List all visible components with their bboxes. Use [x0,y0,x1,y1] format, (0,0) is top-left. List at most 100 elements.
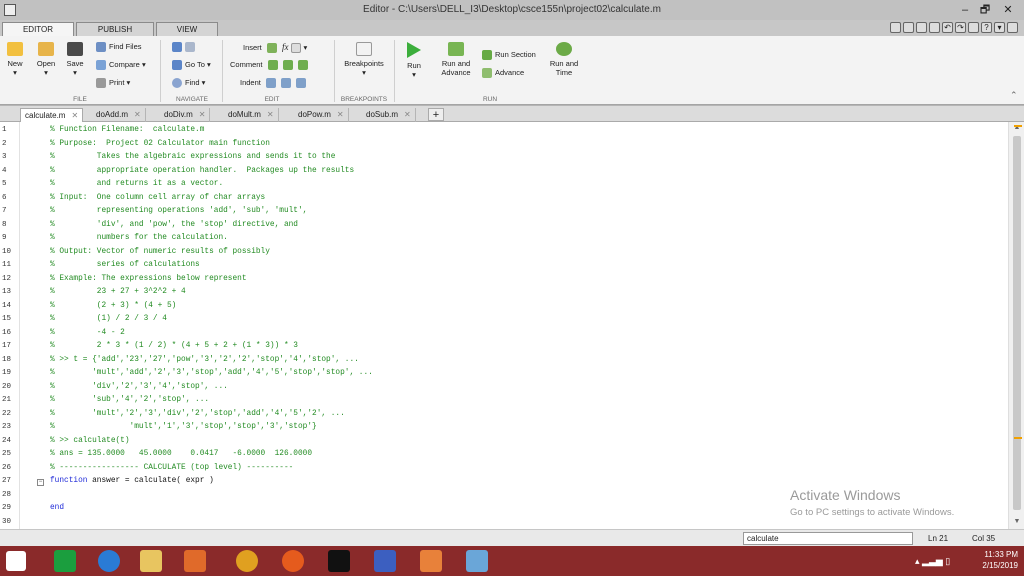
open-button[interactable]: Open ▾ [34,42,58,77]
close-tab-icon[interactable]: ✕ [404,110,411,119]
line-number: 22 [2,409,12,418]
code-line[interactable]: % (2 + 3) * (4 + 5) [50,302,176,310]
find-button[interactable]: Find ▾ [172,78,205,89]
code-line[interactable]: function answer = calculate( expr ) [50,477,214,485]
cut-icon[interactable] [903,22,914,33]
code-line[interactable]: % Example: The expressions below represe… [50,275,247,283]
code-line[interactable]: % (1) / 2 / 3 / 4 [50,315,167,323]
code-line[interactable]: % series of calculations [50,261,200,269]
file-explorer-icon[interactable] [140,550,162,572]
run-and-advance-button[interactable]: Run and Advance [436,42,476,77]
scroll-thumb[interactable] [1013,136,1021,510]
code-line[interactable]: % ans = 135.0000 45.0000 0.0417 -6.0000 … [50,450,312,458]
code-line[interactable]: % 'sub','4','2','stop', ... [50,396,209,404]
close-button[interactable]: ✕ [1000,2,1016,18]
indent-button[interactable]: Indent [240,78,309,89]
new-tab-button[interactable]: + [428,108,444,121]
code-line[interactable]: % and returns it as a vector. [50,180,223,188]
clock[interactable]: 11:33 PM 2/15/2019 [982,549,1018,571]
minimize-button[interactable]: – [957,2,973,18]
advance-button[interactable]: Advance [482,68,524,79]
matlab-icon[interactable] [420,550,442,572]
code-line[interactable]: % Input: One column cell array of char a… [50,194,265,202]
line-number: 3 [2,153,7,161]
current-function-field[interactable]: calculate [743,532,913,545]
collapse-ribbon-icon[interactable]: ⌃ [1010,90,1018,101]
code-line[interactable]: % -4 - 2 [50,329,125,337]
code-line[interactable]: % ----------------- CALCULATE (top level… [50,464,293,472]
new-button[interactable]: New ▾ [4,42,26,77]
file-tab-domult[interactable]: doMult.m ✕ [224,108,279,122]
network-app-icon[interactable] [374,550,396,572]
expand-icon[interactable]: ▾ [994,22,1005,33]
maximize-button[interactable]: 🗗 [977,2,993,18]
code-line[interactable]: % 'mult','1','3','stop','stop','3','stop… [50,423,317,431]
close-tab-icon[interactable]: ✕ [267,110,274,119]
code-line[interactable]: % Function Filename: calculate.m [50,126,204,134]
code-line[interactable]: % 23 + 27 + 3^2^2 + 4 [50,288,186,296]
file-tab-dopow[interactable]: doPow.m ✕ [294,108,349,122]
window-icon[interactable] [968,22,979,33]
print-button[interactable]: Print ▾ [96,78,130,89]
tab-view[interactable]: VIEW [156,22,218,36]
netflix-icon[interactable] [328,550,350,572]
compare-button[interactable]: Compare ▾ [96,60,146,71]
save-icon[interactable] [890,22,901,33]
code-editor[interactable]: 1 2 3 4 5 6 7 8 9 10 11 12 13 14 15 16 17 18 19 20 21 22 23 24 2… [0,122,1024,529]
close-tab-icon[interactable]: ✕ [134,110,141,119]
run-section-button[interactable]: Run Section [482,50,536,61]
go-to-button[interactable]: Go To ▾ [172,60,211,71]
tab-publish[interactable]: PUBLISH [76,22,154,36]
file-tab-dosub[interactable]: doSub.m ✕ [362,108,416,122]
warning-marker[interactable] [1014,437,1022,439]
file-tab-calculate[interactable]: calculate.m ✕ [20,108,84,122]
breakpoints-button[interactable]: Breakpoints ▾ [340,42,388,77]
tab-editor[interactable]: EDITOR [2,22,74,36]
code-line[interactable]: % appropriate operation handler. Package… [50,167,354,175]
close-tab-icon[interactable]: ✕ [71,111,78,120]
save-button[interactable]: Save ▾ [63,42,87,77]
scroll-down-icon[interactable]: ▼ [1013,518,1021,525]
fold-toggle-icon[interactable]: − [37,479,44,486]
chrome-icon[interactable] [236,550,258,572]
file-tab-dodiv[interactable]: doDiv.m ✕ [160,108,211,122]
start-icon[interactable] [6,551,26,571]
find-files-button[interactable]: Find Files [96,42,142,53]
media-player-icon[interactable] [184,550,206,572]
copy-icon[interactable] [916,22,927,33]
code-line[interactable]: % representing operations 'add', 'sub', … [50,207,307,215]
code-line[interactable]: % >> calculate(t) [50,437,130,445]
code-line[interactable]: % 'div', and 'pow', the 'stop' directive… [50,221,298,229]
help-icon[interactable]: ? [981,22,992,33]
undo-icon[interactable]: ↶ [942,22,953,33]
code-line[interactable]: end [50,504,64,512]
code-line[interactable]: % numbers for the calculation. [50,234,228,242]
code-line[interactable]: % Takes the algebraic expressions and se… [50,153,335,161]
back-forward-buttons[interactable] [172,42,198,53]
run-button[interactable]: Run ▾ [400,42,428,79]
redo-icon[interactable]: ↷ [955,22,966,33]
code-line[interactable]: % Purpose: Project 02 Calculator main fu… [50,140,270,148]
file-tab-doadd[interactable]: doAdd.m ✕ [92,108,146,122]
warning-marker[interactable] [1014,125,1022,127]
close-tab-icon[interactable]: ✕ [337,110,344,119]
internet-explorer-icon[interactable] [98,550,120,572]
window-switcher-icon[interactable] [466,550,488,572]
undock-icon[interactable] [1007,22,1018,33]
comment-button[interactable]: Comment [230,60,311,71]
close-tab-icon[interactable]: ✕ [199,110,206,119]
insert-button[interactable]: Insert fx ▾ [243,42,307,54]
store-icon[interactable] [54,550,76,572]
code-line[interactable]: % >> t = {'add','23','27','pow','3','2',… [50,356,359,364]
code-line[interactable]: % 'mult','add','2','3','stop','add','4',… [50,369,373,377]
code-line[interactable]: % 'mult','2','3','div','2','stop','add',… [50,410,345,418]
run-section-icon [482,50,492,61]
run-and-time-button[interactable]: Run and Time [546,42,582,77]
code-line[interactable]: % Output: Vector of numeric results of p… [50,248,270,256]
code-line[interactable]: % 'div','2','3','4','stop', ... [50,383,228,391]
firefox-icon[interactable] [282,550,304,572]
system-tray-icons[interactable]: ▴ ▂▃▅ ▯ [915,556,950,567]
vertical-scrollbar[interactable]: ▲ ▼ [1008,122,1024,529]
paste-icon[interactable] [929,22,940,33]
code-line[interactable]: % 2 * 3 * (1 / 2) * (4 + 5 + 2 + (1 * 3)… [50,342,298,350]
